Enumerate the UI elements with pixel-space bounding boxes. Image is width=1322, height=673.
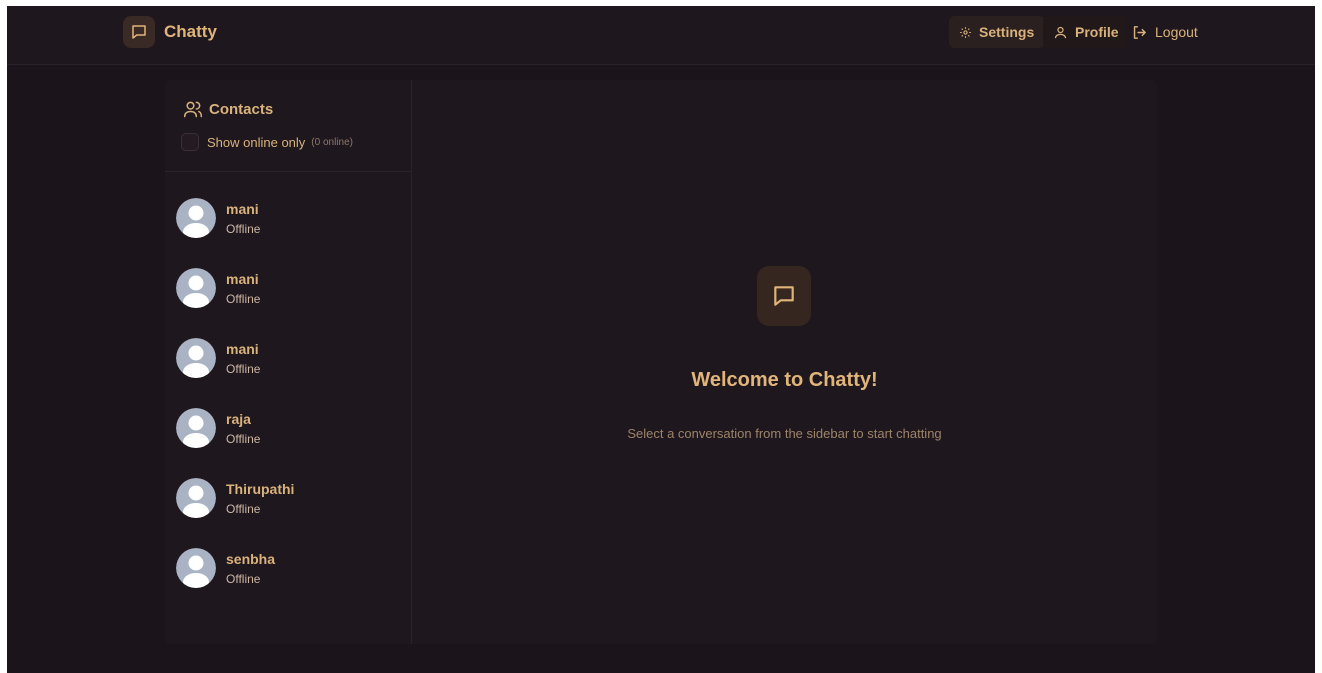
contact-item[interactable]: Thirupathi Offline bbox=[165, 472, 411, 542]
message-square-icon bbox=[757, 266, 811, 326]
default-avatar-icon bbox=[176, 478, 216, 518]
top-navbar: Chatty Settings Profile Logout bbox=[7, 6, 1315, 65]
contact-name: mani bbox=[226, 341, 259, 357]
brand-name: Chatty bbox=[164, 22, 217, 41]
chat-container: Contacts Show online only (0 online) man… bbox=[165, 80, 1157, 644]
logout-button[interactable]: Logout bbox=[1131, 16, 1198, 48]
contact-status: Offline bbox=[226, 292, 261, 306]
contact-item[interactable]: raja Offline bbox=[165, 402, 411, 472]
contact-item[interactable]: mani Offline bbox=[165, 332, 411, 402]
contacts-sidebar: Contacts Show online only (0 online) man… bbox=[165, 80, 412, 644]
contact-name: senbha bbox=[226, 551, 276, 567]
online-filter[interactable]: Show online only (0 online) bbox=[181, 133, 353, 151]
profile-label: Profile bbox=[1075, 24, 1119, 40]
app-window: Chatty Settings Profile Logout Contacts … bbox=[7, 6, 1315, 673]
default-avatar-icon bbox=[176, 408, 216, 448]
brand-link[interactable]: Chatty bbox=[123, 16, 217, 48]
contact-name: Thirupathi bbox=[226, 481, 295, 497]
welcome-panel: Welcome to Chatty! Select a conversation… bbox=[412, 80, 1157, 644]
contacts-heading: Contacts bbox=[183, 99, 273, 119]
contact-name: mani bbox=[226, 271, 259, 287]
users-icon bbox=[183, 99, 203, 119]
contact-item[interactable]: mani Offline bbox=[165, 262, 411, 332]
contact-list: mani Offline mani Offline mani Offline r… bbox=[165, 192, 411, 612]
contact-item[interactable]: mani Offline bbox=[165, 192, 411, 262]
contact-item[interactable]: senbha Offline bbox=[165, 542, 411, 612]
contact-name: mani bbox=[226, 201, 259, 217]
logout-icon bbox=[1131, 24, 1148, 41]
message-square-icon bbox=[123, 16, 155, 48]
filter-label: Show online only bbox=[207, 134, 306, 150]
settings-label: Settings bbox=[979, 24, 1035, 40]
show-online-checkbox[interactable] bbox=[181, 133, 199, 151]
contacts-title: Contacts bbox=[209, 100, 274, 118]
online-count: (0 online) bbox=[311, 136, 353, 148]
contact-status: Offline bbox=[226, 362, 261, 376]
logout-label: Logout bbox=[1155, 24, 1198, 40]
default-avatar-icon bbox=[176, 198, 216, 238]
default-avatar-icon bbox=[176, 268, 216, 308]
default-avatar-icon bbox=[176, 338, 216, 378]
contact-status: Offline bbox=[226, 502, 261, 516]
contact-status: Offline bbox=[226, 432, 261, 446]
default-avatar-icon bbox=[176, 548, 216, 588]
settings-button[interactable]: Settings bbox=[949, 16, 1046, 48]
contact-name: raja bbox=[226, 411, 251, 427]
gear-icon bbox=[959, 26, 972, 39]
user-icon bbox=[1053, 25, 1068, 40]
welcome-subtitle: Select a conversation from the sidebar t… bbox=[627, 426, 942, 441]
sidebar-header: Contacts Show online only (0 online) bbox=[165, 80, 411, 172]
contact-status: Offline bbox=[226, 222, 261, 236]
welcome-title: Welcome to Chatty! bbox=[691, 369, 878, 391]
contact-status: Offline bbox=[226, 572, 261, 586]
profile-button[interactable]: Profile bbox=[1043, 16, 1127, 48]
